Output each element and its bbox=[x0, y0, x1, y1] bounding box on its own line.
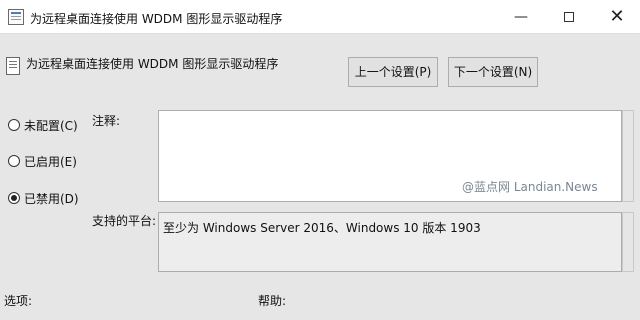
radio-disabled[interactable]: 已禁用(D) bbox=[8, 188, 79, 208]
radio-label: 已禁用(D) bbox=[24, 191, 79, 206]
radio-label: 未配置(C) bbox=[24, 118, 78, 133]
close-icon: ✕ bbox=[609, 6, 625, 27]
window-title: 为远程桌面连接使用 WDDM 图形显示驱动程序 bbox=[30, 12, 283, 26]
title-bar: 为远程桌面连接使用 WDDM 图形显示驱动程序 — ✕ bbox=[0, 0, 640, 34]
help-label: 帮助: bbox=[258, 294, 287, 308]
close-button[interactable]: ✕ bbox=[594, 0, 640, 34]
platform-scrollbar[interactable] bbox=[622, 212, 634, 272]
comment-label: 注释: bbox=[92, 114, 121, 128]
policy-name: 为远程桌面连接使用 WDDM 图形显示驱动程序 bbox=[26, 57, 279, 71]
radio-button-checked-icon[interactable] bbox=[8, 192, 20, 204]
policy-app-icon bbox=[8, 9, 24, 25]
previous-setting-button[interactable]: 上一个设置(P) bbox=[348, 57, 438, 87]
radio-enabled[interactable]: 已启用(E) bbox=[8, 151, 77, 171]
watermark: @蓝点网 Landian.News bbox=[462, 180, 598, 194]
supported-platform-label: 支持的平台: bbox=[92, 214, 157, 228]
minimize-icon: — bbox=[514, 9, 528, 25]
policy-document-icon bbox=[6, 57, 20, 75]
supported-platform-value: 至少为 Windows Server 2016、Windows 10 版本 19… bbox=[158, 212, 622, 272]
options-label: 选项: bbox=[4, 294, 33, 308]
next-setting-button[interactable]: 下一个设置(N) bbox=[448, 57, 538, 87]
maximize-icon bbox=[564, 12, 574, 22]
radio-not-configured[interactable]: 未配置(C) bbox=[8, 115, 78, 135]
radio-button-icon[interactable] bbox=[8, 119, 20, 131]
comment-scrollbar[interactable] bbox=[622, 110, 634, 202]
radio-button-icon[interactable] bbox=[8, 155, 20, 167]
maximize-button[interactable] bbox=[546, 0, 592, 34]
minimize-button[interactable]: — bbox=[498, 0, 544, 34]
radio-label: 已启用(E) bbox=[24, 154, 77, 169]
